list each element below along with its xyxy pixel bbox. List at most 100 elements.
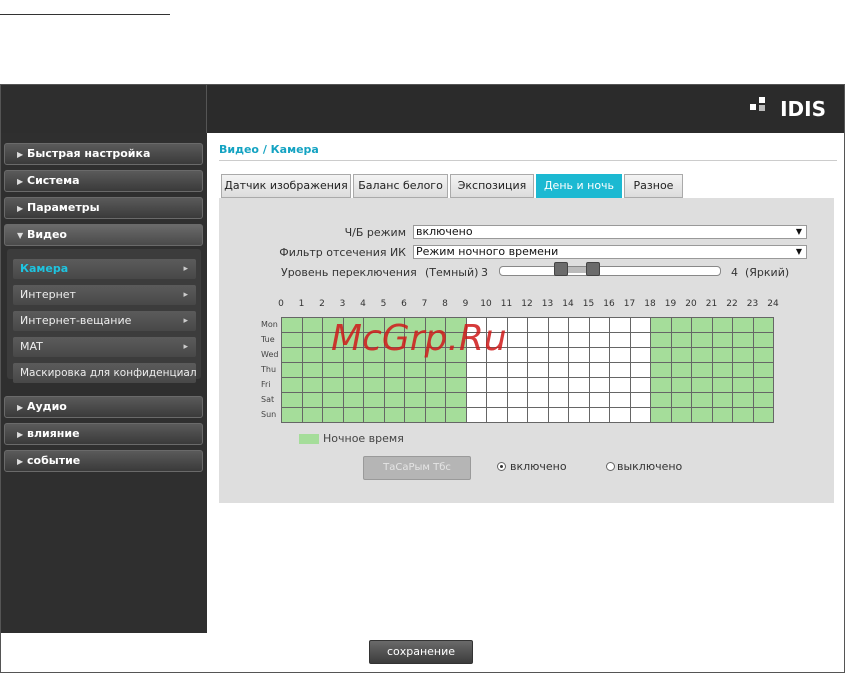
schedule-cell[interactable]: [301, 392, 323, 408]
schedule-cell[interactable]: [445, 317, 467, 333]
schedule-cell[interactable]: [363, 362, 385, 378]
schedule-cell[interactable]: [711, 392, 733, 408]
schedule-cell[interactable]: [322, 317, 344, 333]
tab-misc[interactable]: Разное: [624, 174, 683, 198]
schedule-cell[interactable]: [527, 347, 549, 363]
schedule-cell[interactable]: [670, 392, 692, 408]
schedule-cell[interactable]: [629, 362, 651, 378]
schedule-cell[interactable]: [732, 332, 754, 348]
schedule-cell[interactable]: [650, 392, 672, 408]
schedule-cell[interactable]: [506, 377, 528, 393]
schedule-cell[interactable]: [691, 392, 713, 408]
schedule-cell[interactable]: [301, 362, 323, 378]
schedule-cell[interactable]: [506, 317, 528, 333]
submenu-item-internet[interactable]: Интернет ▸: [13, 285, 196, 305]
schedule-cell[interactable]: [547, 347, 569, 363]
schedule-cell[interactable]: [547, 407, 569, 423]
schedule-cell[interactable]: [568, 317, 590, 333]
tab-exposure[interactable]: Экспозиция: [450, 174, 534, 198]
schedule-cell[interactable]: [670, 317, 692, 333]
bw-mode-select[interactable]: включено ▼: [413, 225, 807, 239]
schedule-cell[interactable]: [752, 317, 774, 333]
submenu-item-streaming[interactable]: Интернет-вещание ▸: [13, 311, 196, 331]
tab-image-sensor[interactable]: Датчик изображения: [221, 174, 351, 198]
schedule-cell[interactable]: [301, 407, 323, 423]
schedule-cell[interactable]: [342, 362, 364, 378]
schedule-cell[interactable]: [445, 377, 467, 393]
schedule-cell[interactable]: [568, 362, 590, 378]
schedule-cell[interactable]: [691, 347, 713, 363]
sidebar-item-system[interactable]: ▶ Система: [4, 170, 203, 192]
schedule-cell[interactable]: [404, 407, 426, 423]
schedule-cell[interactable]: [588, 392, 610, 408]
schedule-cell[interactable]: [281, 407, 303, 423]
schedule-cell[interactable]: [588, 407, 610, 423]
schedule-cell[interactable]: [363, 347, 385, 363]
schedule-cell[interactable]: [711, 407, 733, 423]
schedule-cell[interactable]: [609, 332, 631, 348]
schedule-cell[interactable]: [486, 317, 508, 333]
schedule-cell[interactable]: [383, 347, 405, 363]
schedule-cell[interactable]: [568, 392, 590, 408]
schedule-cell[interactable]: [609, 407, 631, 423]
schedule-cell[interactable]: [588, 347, 610, 363]
schedule-cell[interactable]: [342, 377, 364, 393]
schedule-cell[interactable]: [527, 407, 549, 423]
schedule-cell[interactable]: [465, 347, 487, 363]
schedule-cell[interactable]: [404, 317, 426, 333]
schedule-cell[interactable]: [752, 332, 774, 348]
schedule-cell[interactable]: [711, 362, 733, 378]
schedule-cell[interactable]: [445, 392, 467, 408]
sidebar-item-influence[interactable]: ▶ влияние: [4, 423, 203, 445]
schedule-cell[interactable]: [363, 392, 385, 408]
schedule-cell[interactable]: [547, 317, 569, 333]
schedule-cell[interactable]: [301, 317, 323, 333]
schedule-cell[interactable]: [527, 317, 549, 333]
ir-filter-select[interactable]: Режим ночного времени ▼: [413, 245, 807, 259]
schedule-cell[interactable]: [629, 317, 651, 333]
radio-off[interactable]: [606, 462, 615, 471]
schedule-cell[interactable]: [424, 317, 446, 333]
schedule-cell[interactable]: [547, 362, 569, 378]
schedule-cell[interactable]: [445, 332, 467, 348]
schedule-cell[interactable]: [650, 332, 672, 348]
schedule-cell[interactable]: [609, 317, 631, 333]
schedule-cell[interactable]: [322, 377, 344, 393]
submenu-item-privacy-mask[interactable]: Маскировка для конфиденциальн: [13, 363, 196, 383]
schedule-cell[interactable]: [486, 377, 508, 393]
schedule-cell[interactable]: [465, 317, 487, 333]
schedule-cell[interactable]: [342, 317, 364, 333]
schedule-cell[interactable]: [609, 377, 631, 393]
schedule-cell[interactable]: [404, 347, 426, 363]
schedule-cell[interactable]: [486, 332, 508, 348]
schedule-cell[interactable]: [629, 407, 651, 423]
schedule-cell[interactable]: [424, 347, 446, 363]
schedule-cell[interactable]: [363, 407, 385, 423]
schedule-cell[interactable]: [506, 332, 528, 348]
schedule-cell[interactable]: [465, 362, 487, 378]
schedule-cell[interactable]: [691, 377, 713, 393]
schedule-cell[interactable]: [322, 407, 344, 423]
schedule-cell[interactable]: [527, 362, 549, 378]
sidebar-item-event[interactable]: ▶ событие: [4, 450, 203, 472]
schedule-cell[interactable]: [342, 332, 364, 348]
schedule-cell[interactable]: [588, 377, 610, 393]
schedule-cell[interactable]: [383, 377, 405, 393]
schedule-cell[interactable]: [691, 407, 713, 423]
schedule-cell[interactable]: [711, 317, 733, 333]
save-button[interactable]: сохранение: [369, 640, 473, 664]
schedule-cell[interactable]: [752, 362, 774, 378]
schedule-cell[interactable]: [629, 392, 651, 408]
schedule-cell[interactable]: [465, 377, 487, 393]
submenu-item-camera[interactable]: Камера ▸: [13, 259, 196, 279]
schedule-cell[interactable]: [301, 377, 323, 393]
schedule-cell[interactable]: [424, 362, 446, 378]
schedule-cell[interactable]: [588, 362, 610, 378]
schedule-cell[interactable]: [568, 332, 590, 348]
schedule-cell[interactable]: [670, 347, 692, 363]
schedule-cell[interactable]: [547, 332, 569, 348]
schedule-cell[interactable]: [281, 317, 303, 333]
schedule-cell[interactable]: [322, 347, 344, 363]
apply-button[interactable]: ТаСаРым Тбс: [363, 456, 471, 480]
schedule-cell[interactable]: [506, 362, 528, 378]
